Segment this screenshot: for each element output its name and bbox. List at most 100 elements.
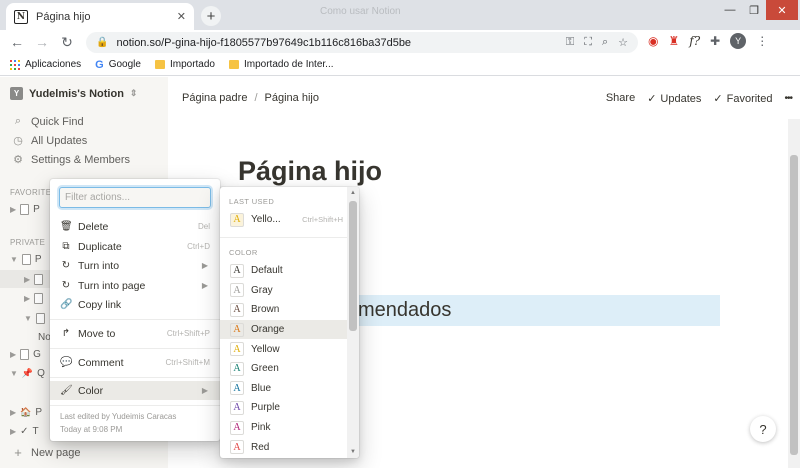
favorited-button[interactable]: ✓ Favorited [713, 92, 772, 105]
sidebar-page-label: No [38, 332, 51, 343]
scrollbar-thumb[interactable] [349, 201, 357, 331]
new-page-button[interactable]: + New page [12, 445, 80, 460]
more-options-icon[interactable]: ••• [784, 93, 792, 104]
collapse-triangle-icon[interactable]: ▼ [10, 369, 18, 378]
page-scrollbar[interactable] [788, 119, 800, 468]
color-option-green[interactable]: A Green [220, 359, 347, 379]
text-color-swatch: A [230, 212, 244, 227]
sidebar-item-all-updates[interactable]: ◷ All Updates [12, 134, 87, 148]
color-option-default[interactable]: A Default [220, 261, 347, 281]
star-icon[interactable]: ☆ [618, 36, 628, 49]
menu-item-turn-into[interactable]: ↻ Turn into ▶ [50, 256, 220, 275]
browser-tab[interactable]: N Página hijo ✕ [6, 3, 194, 30]
profile-avatar[interactable]: Y [730, 33, 747, 49]
menu-item-copy-link[interactable]: 🔗 Copy link [50, 295, 220, 314]
bookmark-item[interactable]: Aplicaciones [10, 59, 81, 70]
sidebar-page-row[interactable]: ▼ [24, 313, 45, 324]
menu-item-comment[interactable]: 💬 Comment Ctrl+Shift+M [50, 353, 220, 372]
reload-icon[interactable]: ↻ [57, 32, 77, 52]
workspace-switcher[interactable]: Y Yudelmis's Notion ⇕ [10, 87, 137, 100]
maximize-button[interactable]: ❐ [742, 0, 766, 20]
color-option-red[interactable]: A Red [220, 437, 347, 457]
bookmark-item[interactable]: Importado de Inter... [229, 59, 334, 70]
sidebar-page-row[interactable]: ▶ [24, 293, 44, 304]
shortcut-hint: Ctrl+Shift+H [302, 215, 343, 225]
sidebar-page-label: G [33, 349, 41, 360]
sidebar-page-row[interactable]: ▶ G [10, 349, 41, 360]
bookmark-item[interactable]: G Google [95, 59, 141, 71]
menu-divider [50, 377, 220, 378]
expand-triangle-icon[interactable]: ▶ [10, 408, 16, 417]
tab-close-icon[interactable]: ✕ [177, 10, 186, 23]
expand-triangle-icon[interactable]: ▶ [24, 294, 30, 303]
menu-item-duplicate[interactable]: ⧉ Duplicate Ctrl+D [50, 237, 220, 256]
color-option-yellow[interactable]: A Yellow [220, 339, 347, 359]
expand-triangle-icon[interactable]: ▶ [10, 427, 16, 436]
breadcrumb-current[interactable]: Página hijo [265, 92, 319, 104]
breadcrumb-parent[interactable]: Página padre [182, 92, 247, 104]
address-bar[interactable]: 🔒 notion.so/P-gina-hijo-f1805577b97649c1… [86, 32, 638, 53]
sidebar-page-row[interactable]: No [38, 332, 51, 343]
submenu-scrollbar[interactable]: ▲ ▼ [347, 187, 359, 458]
color-option-label: Green [251, 363, 279, 375]
bookmark-item[interactable]: Importado [154, 59, 215, 70]
key-icon[interactable]: ⚿ [566, 36, 574, 49]
last-used-heading: LAST USED [229, 197, 275, 206]
share-button[interactable]: Share [606, 92, 635, 104]
page-icon [34, 273, 44, 285]
color-option-blue[interactable]: A Blue [220, 379, 347, 399]
extension-icon[interactable]: ◉ [648, 34, 658, 48]
sidebar-page-row[interactable]: ▼ P [10, 254, 42, 265]
scrollbar-thumb[interactable] [790, 155, 798, 455]
color-option-last-used[interactable]: A Yello... Ctrl+Shift+H [220, 210, 347, 230]
sidebar-page-row[interactable]: ▼ 📌 Q [10, 368, 45, 379]
sidebar-page-label: P [35, 407, 43, 418]
forward-arrow-icon[interactable]: → [32, 32, 52, 52]
url-text[interactable]: notion.so/P-gina-hijo-f1805577b97649c1b1… [116, 37, 411, 49]
expand-triangle-icon[interactable]: ▶ [10, 205, 16, 214]
color-option-pink[interactable]: A Pink [220, 418, 347, 438]
collapse-triangle-icon[interactable]: ▼ [10, 255, 18, 264]
translate-icon[interactable]: ⛶ [584, 36, 592, 49]
checkmark-icon: ✓ [20, 426, 29, 437]
folder-icon [229, 60, 239, 69]
sidebar-page-row[interactable]: ▶ P [10, 204, 40, 215]
new-tab-button[interactable]: + [201, 6, 221, 26]
move-icon: ↱ [61, 328, 71, 339]
scroll-up-arrow-icon[interactable]: ▲ [350, 190, 356, 196]
check-icon: ✓ [713, 92, 723, 105]
faint-window-title: Como usar Notion [320, 6, 401, 17]
updates-button[interactable]: ✓ Updates [647, 92, 701, 105]
extension-icon[interactable]: ♜ [668, 34, 679, 48]
expand-triangle-icon[interactable]: ▶ [24, 275, 30, 284]
zoom-icon[interactable]: ⌕ [602, 36, 608, 49]
window-close-button[interactable]: ✕ [766, 0, 798, 20]
back-arrow-icon[interactable]: ← [7, 32, 27, 52]
menu-item-delete[interactable]: 🗑 Delete Del [50, 217, 220, 236]
sidebar-page-row[interactable]: ▶ 🏠 P [10, 407, 42, 418]
color-option-gray[interactable]: A Gray [220, 281, 347, 301]
sidebar-page-row[interactable]: ▶ ✓ T [10, 426, 39, 437]
extension-icon[interactable]: f? [689, 34, 700, 48]
browser-tab-bar: N Página hijo ✕ + Como usar Notion — ❐ ✕ [0, 0, 800, 30]
expand-triangle-icon[interactable]: ▶ [10, 350, 16, 359]
color-option-purple[interactable]: A Purple [220, 398, 347, 418]
menu-item-color[interactable]: 🖌 Color ▶ [50, 381, 220, 400]
scroll-down-arrow-icon[interactable]: ▼ [350, 449, 356, 455]
sidebar-item-quick-find[interactable]: ⌕ Quick Find [12, 115, 84, 128]
page-title[interactable]: Página hijo [238, 156, 382, 187]
sidebar-item-settings[interactable]: ⚙ Settings & Members [12, 153, 130, 167]
page-topbar: Página padre / Página hijo Share ✓ Update… [168, 77, 800, 119]
menu-item-move-to[interactable]: ↱ Move to Ctrl+Shift+P [50, 324, 220, 343]
kebab-menu-icon[interactable]: ⋮ [756, 34, 768, 48]
menu-item-turn-into-page[interactable]: ↻ Turn into page ▶ [50, 276, 220, 295]
bookmark-label: Importado de Inter... [244, 59, 334, 70]
help-button[interactable]: ? [750, 416, 776, 442]
minimize-button[interactable]: — [718, 0, 742, 20]
text-color-swatch: A [230, 381, 244, 396]
color-option-brown[interactable]: A Brown [220, 300, 347, 320]
color-option-orange[interactable]: A Orange [220, 319, 347, 340]
filter-actions-input[interactable] [59, 187, 211, 208]
puzzle-icon[interactable]: ✚ [710, 34, 720, 48]
collapse-triangle-icon[interactable]: ▼ [24, 314, 32, 323]
